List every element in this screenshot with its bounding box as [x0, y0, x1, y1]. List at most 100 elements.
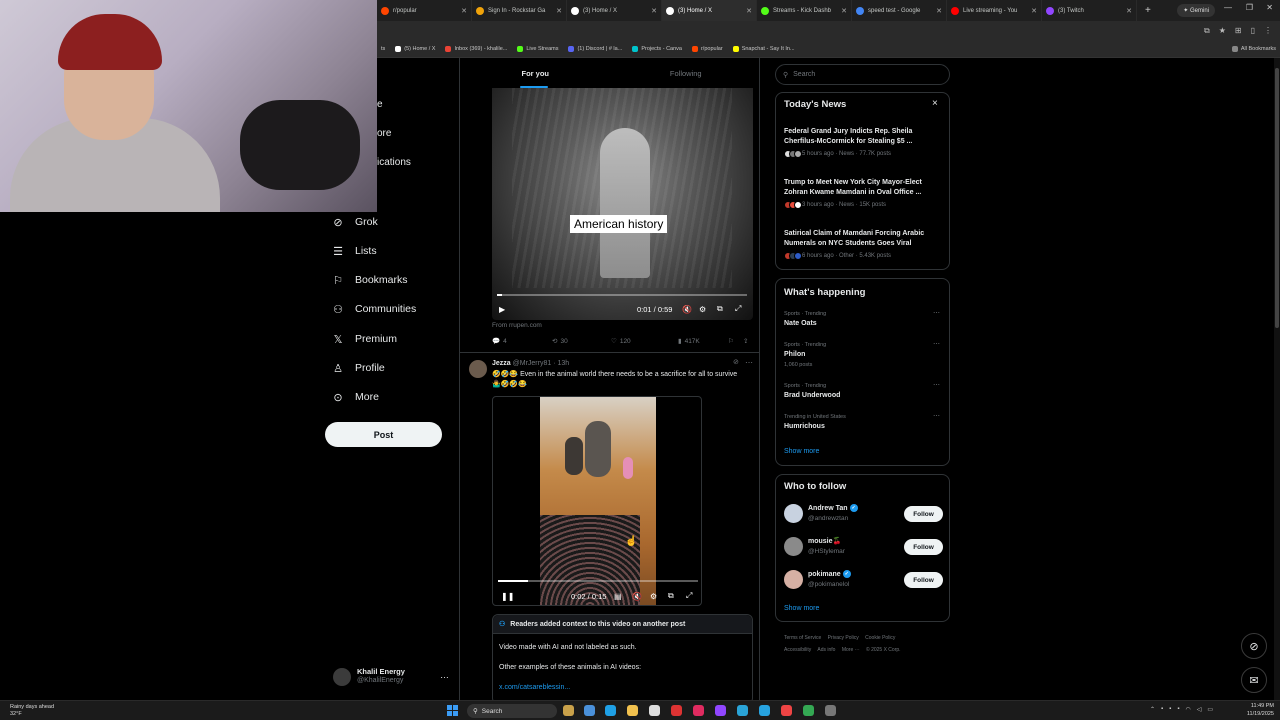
app-icon[interactable] — [715, 705, 726, 716]
fullscreen-icon[interactable]: ⤢ — [735, 302, 741, 316]
restore-icon[interactable]: ❐ — [1246, 3, 1253, 12]
follow-button[interactable]: Follow — [904, 539, 943, 555]
footer-link[interactable]: Accessibility — [784, 647, 811, 653]
nav-item-grok[interactable]: ⊘ Grok — [332, 213, 377, 231]
close-tab-icon[interactable]: ✕ — [746, 7, 752, 15]
browser-tab[interactable]: speed test - Google ✕ — [852, 0, 947, 21]
trend-name[interactable]: Philon — [784, 351, 805, 358]
settings-icon[interactable] — [825, 705, 836, 716]
pause-icon[interactable]: ❚❚ — [501, 589, 514, 603]
bookmark-item[interactable]: (1) Discord | # la... — [568, 46, 622, 52]
tab-for-you[interactable]: For you — [460, 58, 611, 88]
footer-link[interactable]: Ads info — [817, 647, 835, 653]
play-icon[interactable]: ▶ — [499, 302, 505, 316]
close-icon[interactable]: × — [932, 98, 938, 109]
windows-start-icon[interactable] — [447, 705, 459, 717]
weather-widget[interactable]: Rainy days ahead 32°F — [10, 704, 54, 717]
more-icon[interactable]: ⋯ — [745, 358, 753, 367]
follow-suggestion-name[interactable]: mousie🍒 — [808, 537, 841, 545]
repost-button[interactable]: ⟲ 30 — [552, 337, 611, 346]
footer-link[interactable]: Terms of Service — [784, 635, 821, 641]
bookmark-item[interactable]: r/popular — [691, 46, 723, 52]
bookmark-item[interactable]: (5) Home / X — [395, 46, 435, 52]
browser-tab[interactable]: Live streaming - You ✕ — [947, 0, 1042, 21]
gemini-button[interactable]: ✦ Gemini — [1177, 4, 1215, 17]
mute-icon[interactable]: 🔇 — [632, 589, 642, 603]
nav-item-notifications[interactable]: ications — [377, 157, 411, 168]
window-close-icon[interactable]: ✕ — [1266, 3, 1273, 12]
pip-icon[interactable]: ⧉ — [717, 302, 723, 316]
edge-icon[interactable] — [605, 705, 616, 716]
app-icon[interactable] — [781, 705, 792, 716]
account-switcher[interactable]: Khalil Energy @KhalilEnergy … — [333, 665, 453, 689]
address-bar[interactable]: ⧉ ★ ⊞ ▯ ⋮ — [377, 21, 1280, 41]
video-progress-bar[interactable] — [498, 580, 698, 582]
news-headline[interactable]: Federal Grand Jury Indicts Rep. Sheila C… — [784, 127, 939, 146]
show-more-link[interactable]: Show more — [784, 448, 819, 455]
nav-item-lists[interactable]: ☰ Lists — [332, 242, 377, 260]
messages-fab-icon[interactable]: ✉ — [1241, 667, 1267, 693]
nav-item-communities[interactable]: ⚇ Communities — [332, 300, 416, 318]
mute-icon[interactable]: 🔇 — [682, 302, 692, 316]
share-icon[interactable]: ⇪ — [743, 337, 748, 345]
video-player[interactable]: ❚❚ 0:02 / 0:15 ▤ 🔇 ⚙ ⧉ ⤢ — [492, 396, 702, 606]
news-headline[interactable]: Trump to Meet New York City Mayor-Elect … — [784, 178, 939, 197]
battery-icon[interactable]: ▭ — [1207, 706, 1213, 713]
nav-item-more[interactable]: ⊙ More — [332, 388, 379, 406]
views-button[interactable]: ▮ 417K — [678, 337, 728, 346]
file-explorer-icon[interactable] — [627, 705, 638, 716]
grok-icon[interactable]: ⊘ — [733, 358, 739, 366]
tray-app-icon[interactable]: ▪ — [1161, 706, 1163, 713]
app-icon[interactable] — [737, 705, 748, 716]
widgets-icon[interactable] — [563, 705, 574, 716]
bookmark-item[interactable]: Live Streams — [517, 46, 558, 52]
tray-app-icon[interactable]: ▪ — [1177, 706, 1179, 713]
more-icon[interactable]: ⋯ — [933, 309, 940, 317]
nav-item-premium[interactable]: 𝕏 Premium — [332, 330, 397, 348]
browser-tab[interactable]: Sign In - Rockstar Ga ✕ — [472, 0, 567, 21]
more-icon[interactable]: ⋯ — [933, 381, 940, 389]
captions-icon[interactable]: ▤ — [614, 589, 622, 603]
all-bookmarks[interactable]: All Bookmarks — [1231, 46, 1276, 52]
nav-item-explore[interactable]: ore — [377, 128, 391, 139]
tweet-time[interactable]: · 13h — [553, 360, 569, 367]
trend-name[interactable]: Nate Oats — [784, 320, 817, 327]
app-icon[interactable] — [671, 705, 682, 716]
browser-tab[interactable]: Streams - Kick Dashb ✕ — [757, 0, 852, 21]
tray-chevron-icon[interactable]: ⌃ — [1150, 706, 1155, 713]
news-headline[interactable]: Satirical Claim of Mamdani Forcing Arabi… — [784, 229, 939, 248]
pip-icon[interactable]: ⧉ — [668, 589, 674, 603]
browser-tab[interactable]: (3) Home / X ✕ — [567, 0, 662, 21]
footer-link[interactable]: More ··· — [842, 647, 860, 653]
taskbar-search[interactable]: ⚲ Search — [467, 704, 557, 718]
author-name[interactable]: Jezza — [492, 360, 511, 367]
nav-item-bookmarks[interactable]: ⚐ Bookmarks — [332, 271, 407, 289]
follow-suggestion-name[interactable]: pokimane ✓ — [808, 570, 851, 578]
video-player[interactable]: American history ▶ 0:01 / 0:59 🔇 ⚙ ⧉ ⤢ — [492, 88, 753, 320]
chrome-icon[interactable] — [803, 705, 814, 716]
community-note-link[interactable]: x.com/catsareblessin... — [499, 684, 570, 691]
menu-icon[interactable]: ⋮ — [1264, 26, 1272, 36]
close-tab-icon[interactable]: ✕ — [1031, 7, 1037, 15]
more-icon[interactable]: ⋯ — [933, 412, 940, 420]
community-note[interactable]: ⚇ Readers added context to this video on … — [492, 614, 753, 700]
bookmark-item[interactable]: ts — [381, 46, 385, 52]
grok-fab-icon[interactable]: ⊘ — [1241, 633, 1267, 659]
browser-tab-active[interactable]: (3) Home / X ✕ — [662, 0, 757, 21]
account-more-icon[interactable]: … — [440, 670, 449, 680]
bookmark-icon[interactable]: ⚐ — [728, 337, 743, 345]
close-tab-icon[interactable]: ✕ — [1126, 7, 1132, 15]
close-tab-icon[interactable]: ✕ — [556, 7, 562, 15]
app-icon[interactable] — [693, 705, 704, 716]
cast-icon[interactable]: ⧉ — [1204, 26, 1210, 36]
avatar[interactable] — [784, 570, 803, 589]
sidebar-icon[interactable]: ▯ — [1251, 26, 1255, 36]
scrollbar-thumb[interactable] — [1275, 68, 1279, 328]
like-button[interactable]: ♡ 120 — [611, 337, 678, 346]
close-tab-icon[interactable]: ✕ — [651, 7, 657, 15]
close-tab-icon[interactable]: ✕ — [841, 7, 847, 15]
nav-item-profile[interactable]: ♙ Profile — [332, 359, 385, 377]
show-more-link[interactable]: Show more — [784, 605, 819, 612]
close-tab-icon[interactable]: ✕ — [461, 7, 467, 15]
follow-suggestion-name[interactable]: Andrew Tan ✓ — [808, 504, 858, 512]
